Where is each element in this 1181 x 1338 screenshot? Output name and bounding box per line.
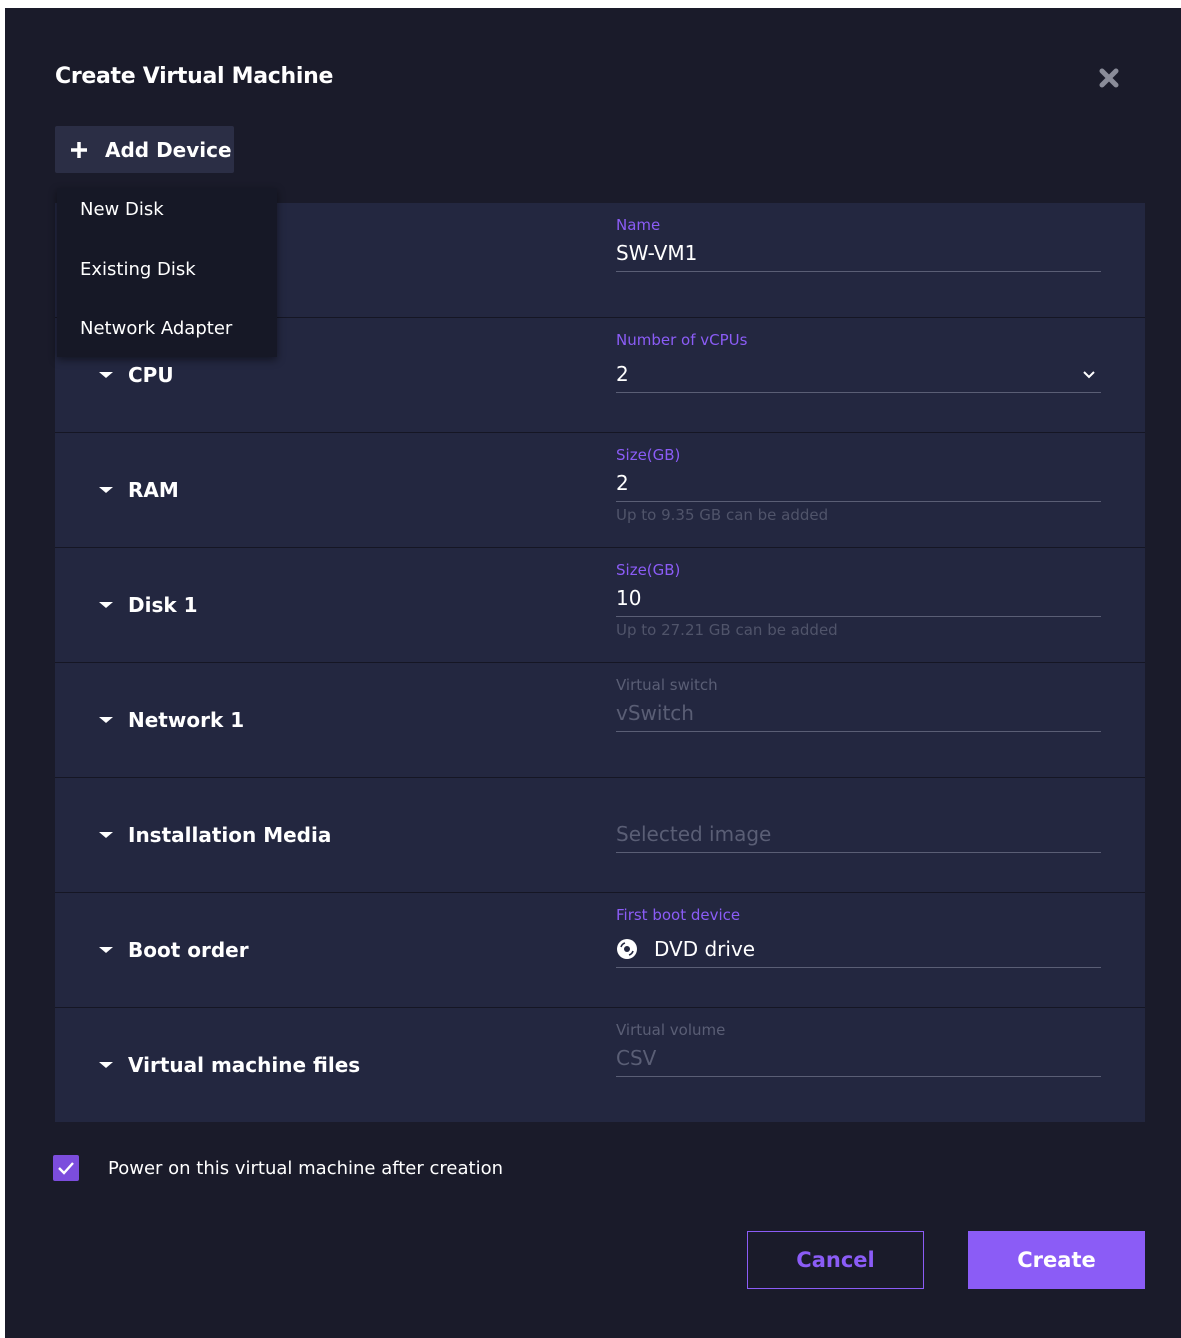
disk1-field-label: Size(GB) bbox=[616, 561, 681, 579]
row-installation-media: Installation Media Selected image bbox=[55, 778, 1145, 893]
power-on-checkbox[interactable] bbox=[53, 1155, 79, 1181]
name-input[interactable]: SW-VM1 bbox=[616, 235, 1101, 272]
name-field-label: Name bbox=[616, 216, 661, 234]
network1-row-title: Network 1 bbox=[128, 708, 245, 732]
create-vm-dialog: Create Virtual Machine Add Device Name S… bbox=[5, 8, 1181, 1338]
add-device-menu: New Disk Existing Disk Network Adapter bbox=[57, 188, 277, 357]
virtual-volume-input[interactable]: CSV bbox=[616, 1040, 1101, 1077]
vswitch-input[interactable]: vSwitch bbox=[616, 695, 1101, 732]
power-on-label: Power on this virtual machine after crea… bbox=[108, 1157, 503, 1179]
close-icon[interactable] bbox=[1097, 66, 1121, 90]
plus-icon bbox=[71, 141, 87, 158]
row-ram: RAM Size(GB) 2 Up to 9.35 GB can be adde… bbox=[55, 433, 1145, 548]
caret-down-icon bbox=[99, 947, 113, 953]
row-vm-files: Virtual machine files Virtual volume CSV bbox=[55, 1008, 1145, 1122]
vcpu-select[interactable]: 2 bbox=[616, 356, 1101, 393]
network1-row-toggle[interactable]: Network 1 bbox=[97, 663, 244, 777]
caret-down-icon bbox=[99, 717, 113, 723]
boot-device-field-label: First boot device bbox=[616, 906, 741, 924]
disk1-field: Size(GB) 10 Up to 27.21 GB can be added bbox=[616, 560, 1101, 639]
virtual-volume-field: Virtual volume CSV bbox=[616, 1020, 1101, 1077]
vswitch-field: Virtual switch vSwitch bbox=[616, 675, 1101, 732]
disk1-hint: Up to 27.21 GB can be added bbox=[616, 621, 838, 639]
menu-item-existing-disk[interactable]: Existing Disk bbox=[57, 247, 277, 306]
boot-device-field: First boot device DVD drive bbox=[616, 905, 1101, 968]
caret-down-icon bbox=[99, 832, 113, 838]
name-field: Name SW-VM1 bbox=[616, 215, 1101, 272]
cancel-button[interactable]: Cancel bbox=[747, 1231, 924, 1289]
selected-image-input[interactable]: Selected image bbox=[616, 816, 1101, 853]
add-device-button[interactable]: Add Device bbox=[55, 126, 234, 173]
caret-down-icon bbox=[99, 602, 113, 608]
boot-order-row-toggle[interactable]: Boot order bbox=[97, 893, 249, 1007]
caret-down-icon bbox=[99, 372, 113, 378]
ram-hint: Up to 9.35 GB can be added bbox=[616, 506, 829, 524]
add-device-label: Add Device bbox=[105, 137, 232, 162]
cpu-row-title: CPU bbox=[128, 363, 174, 387]
chevron-down-icon bbox=[1083, 371, 1095, 379]
virtual-volume-field-label: Virtual volume bbox=[616, 1021, 726, 1039]
dialog-title: Create Virtual Machine bbox=[55, 64, 334, 89]
checkmark-icon bbox=[58, 1162, 74, 1175]
boot-order-row-title: Boot order bbox=[128, 938, 249, 962]
row-disk1: Disk 1 Size(GB) 10 Up to 27.21 GB can be… bbox=[55, 548, 1145, 663]
boot-device-select[interactable]: DVD drive bbox=[616, 931, 1101, 968]
disk1-row-title: Disk 1 bbox=[128, 593, 198, 617]
boot-device-value: DVD drive bbox=[654, 937, 756, 961]
ram-field: Size(GB) 2 Up to 9.35 GB can be added bbox=[616, 445, 1101, 524]
image-field: Selected image bbox=[616, 816, 1101, 853]
ram-field-label: Size(GB) bbox=[616, 446, 681, 464]
caret-down-icon bbox=[99, 487, 113, 493]
create-button[interactable]: Create bbox=[968, 1231, 1145, 1289]
dvd-icon bbox=[617, 939, 637, 959]
row-boot-order: Boot order First boot device DVD drive bbox=[55, 893, 1145, 1008]
disk1-row-toggle[interactable]: Disk 1 bbox=[97, 548, 198, 662]
vcpu-field: Number of vCPUs 2 bbox=[616, 330, 1101, 393]
ram-row-title: RAM bbox=[128, 478, 179, 502]
menu-item-new-disk[interactable]: New Disk bbox=[57, 188, 277, 247]
disk1-input[interactable]: 10 bbox=[616, 580, 1101, 617]
power-on-option: Power on this virtual machine after crea… bbox=[53, 1155, 503, 1181]
row-network1: Network 1 Virtual switch vSwitch bbox=[55, 663, 1145, 778]
ram-row-toggle[interactable]: RAM bbox=[97, 433, 179, 547]
caret-down-icon bbox=[99, 1062, 113, 1068]
vcpu-value: 2 bbox=[616, 362, 629, 386]
ram-input[interactable]: 2 bbox=[616, 465, 1101, 502]
vm-files-row-toggle[interactable]: Virtual machine files bbox=[97, 1008, 360, 1122]
vswitch-field-label: Virtual switch bbox=[616, 676, 718, 694]
vcpu-field-label: Number of vCPUs bbox=[616, 331, 748, 349]
menu-item-network-adapter[interactable]: Network Adapter bbox=[57, 306, 277, 365]
installation-media-row-toggle[interactable]: Installation Media bbox=[97, 778, 331, 892]
installation-media-row-title: Installation Media bbox=[128, 823, 332, 847]
vm-files-row-title: Virtual machine files bbox=[128, 1053, 361, 1077]
